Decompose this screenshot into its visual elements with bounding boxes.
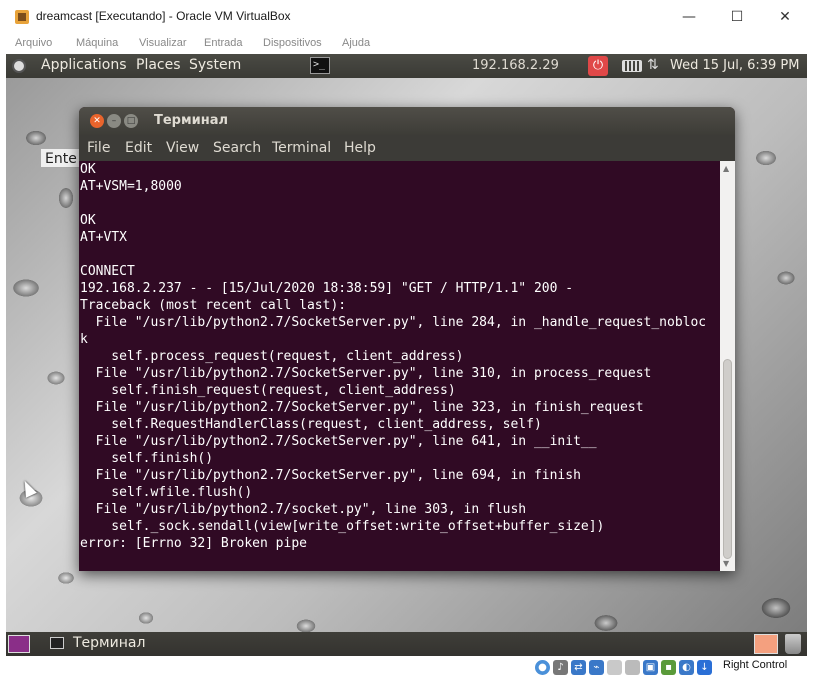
- terminal-line: 192.168.2.237 - - [15/Jul/2020 18:38:59]…: [80, 281, 574, 296]
- usb-icon[interactable]: ⌁: [589, 660, 604, 675]
- terminal-line: self.process_request(request, client_add…: [80, 349, 464, 364]
- power-icon[interactable]: ⏻: [588, 56, 608, 76]
- terminal-line: self.wfile.flush(): [80, 485, 253, 500]
- system-menu[interactable]: System: [189, 57, 241, 73]
- menu-ajuda[interactable]: Ajuda: [342, 37, 370, 49]
- terminal-maximize-icon[interactable]: □: [124, 114, 138, 128]
- guest-display[interactable]: Applications Places System >_ 192.168.2.…: [6, 54, 807, 656]
- terminal-minimize-icon[interactable]: –: [107, 114, 121, 128]
- terminal-line: OK: [80, 162, 96, 177]
- host-titlebar: dreamcast [Executando] - Oracle VM Virtu…: [0, 0, 827, 34]
- terminal-launcher-icon[interactable]: >_: [310, 57, 330, 74]
- workspace-switcher-icon[interactable]: [754, 634, 778, 654]
- menu-entrada[interactable]: Entrada: [204, 37, 243, 49]
- terminal-line: k: [80, 332, 88, 347]
- terminal-menu-terminal[interactable]: Terminal: [272, 140, 331, 156]
- top-panel: Applications Places System >_ 192.168.2.…: [6, 54, 807, 78]
- terminal-line: CONNECT: [80, 264, 135, 279]
- audio-icon[interactable]: ♪: [553, 660, 568, 675]
- host-key-label: Right Control: [723, 659, 788, 671]
- terminal-scrollbar[interactable]: ▲ ▼: [720, 161, 735, 571]
- scroll-down-arrow-icon[interactable]: ▼: [723, 559, 732, 568]
- virtualbox-app-icon: [15, 10, 29, 24]
- taskbar-item-terminal[interactable]: Терминал: [46, 634, 226, 654]
- terminal-line: self.finish(): [80, 451, 214, 466]
- clock[interactable]: Wed 15 Jul, 6:39 PM: [670, 58, 799, 73]
- terminal-menu-search[interactable]: Search: [213, 140, 261, 156]
- terminal-window: ✕ – □ Терминал File Edit View Search Ter…: [79, 107, 735, 571]
- ip-address-indicator: 192.168.2.29: [472, 58, 559, 73]
- maximize-button[interactable]: ☐: [714, 0, 760, 34]
- taskbar-item-label: Терминал: [73, 635, 146, 651]
- shared-folder-icon[interactable]: [607, 660, 622, 675]
- host-menubar: Arquivo Máquina Visualizar Entrada Dispo…: [0, 34, 827, 54]
- scrollbar-thumb[interactable]: [723, 359, 732, 559]
- terminal-line: self._sock.sendall(view[write_offset:wri…: [80, 519, 605, 534]
- terminal-line: AT+VTX: [80, 230, 127, 245]
- terminal-line: File "/usr/lib/python2.7/SocketServer.py…: [80, 315, 707, 330]
- optical-drive-icon[interactable]: ●: [535, 660, 550, 675]
- applications-menu[interactable]: Applications: [41, 57, 127, 73]
- terminal-menu-file[interactable]: File: [87, 140, 110, 156]
- terminal-output[interactable]: OK AT+VSM=1,8000 OK AT+VTX CONNECT 192.1…: [79, 161, 720, 571]
- menu-dispositivos[interactable]: Dispositivos: [263, 37, 322, 49]
- terminal-line: OK: [80, 213, 96, 228]
- terminal-line: self.finish_request(request, client_addr…: [80, 383, 456, 398]
- network-icon[interactable]: ⇄: [571, 660, 586, 675]
- terminal-line: Traceback (most recent call last):: [80, 298, 347, 313]
- terminal-line: File "/usr/lib/python2.7/socket.py", lin…: [80, 502, 527, 517]
- trash-icon[interactable]: [785, 634, 801, 654]
- terminal-title: Терминал: [154, 113, 229, 128]
- terminal-titlebar[interactable]: ✕ – □ Терминал: [79, 107, 735, 135]
- terminal-line: error: [Errno 32] Broken pipe: [80, 536, 307, 551]
- recording-icon[interactable]: ▣: [643, 660, 658, 675]
- terminal-menubar: File Edit View Search Terminal Help: [79, 135, 735, 161]
- host-statusbar: ● ♪ ⇄ ⌁ ▣ ▪ ◐ ↓ Right Control: [0, 656, 827, 685]
- menu-arquivo[interactable]: Arquivo: [15, 37, 52, 49]
- terminal-line: AT+VSM=1,8000: [80, 179, 182, 194]
- menu-visualizar[interactable]: Visualizar: [139, 37, 187, 49]
- terminal-line: File "/usr/lib/python2.7/SocketServer.py…: [80, 434, 597, 449]
- host-window-title: dreamcast [Executando] - Oracle VM Virtu…: [36, 9, 291, 23]
- terminal-line: File "/usr/lib/python2.7/SocketServer.py…: [80, 468, 581, 483]
- menu-maquina[interactable]: Máquina: [76, 37, 118, 49]
- terminal-icon: [50, 637, 64, 649]
- show-desktop-icon[interactable]: [8, 635, 30, 653]
- terminal-menu-edit[interactable]: Edit: [125, 140, 152, 156]
- display-icon[interactable]: [625, 660, 640, 675]
- keyboard-icon[interactable]: [622, 60, 642, 72]
- mouse-integration-icon[interactable]: ◐: [679, 660, 694, 675]
- virtualbox-window: dreamcast [Executando] - Oracle VM Virtu…: [0, 0, 827, 685]
- close-window-button[interactable]: ✕: [762, 0, 808, 34]
- terminal-menu-view[interactable]: View: [166, 140, 199, 156]
- places-menu[interactable]: Places: [136, 57, 181, 73]
- terminal-line: File "/usr/lib/python2.7/SocketServer.py…: [80, 366, 652, 381]
- terminal-line: self.RequestHandlerClass(request, client…: [80, 417, 542, 432]
- network-icon[interactable]: ⇅: [647, 57, 659, 73]
- cpu-icon[interactable]: ▪: [661, 660, 676, 675]
- terminal-menu-help[interactable]: Help: [344, 140, 376, 156]
- terminal-close-icon[interactable]: ✕: [90, 114, 104, 128]
- bottom-panel: Терминал: [6, 632, 807, 656]
- scroll-up-arrow-icon[interactable]: ▲: [723, 164, 732, 173]
- terminal-line: File "/usr/lib/python2.7/SocketServer.py…: [80, 400, 644, 415]
- arrow-down-icon[interactable]: ↓: [697, 660, 712, 675]
- ubuntu-logo-icon[interactable]: [12, 59, 26, 73]
- minimize-button[interactable]: —: [666, 0, 712, 34]
